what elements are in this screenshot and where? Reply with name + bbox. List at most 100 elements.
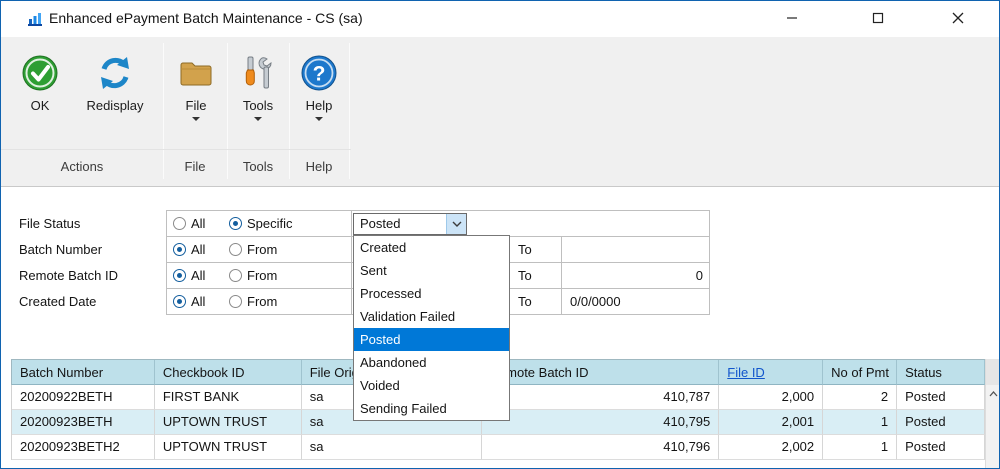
file-status-dropdown-list: Created Sent Processed Validation Failed… <box>353 235 510 421</box>
file-folder-icon <box>167 51 225 95</box>
cell-file-origin: sa <box>301 435 482 460</box>
file-status-combobox[interactable]: Posted <box>353 213 467 235</box>
file-status-all-radio[interactable] <box>173 217 186 230</box>
remote-batch-id-all-radio[interactable] <box>173 269 186 282</box>
redisplay-button-label: Redisplay <box>86 98 144 113</box>
cell-status: Posted <box>897 435 985 460</box>
file-status-specific-label: Specific <box>247 216 293 231</box>
cell-status: Posted <box>897 385 985 410</box>
batch-number-options-cell: All From <box>166 236 352 263</box>
created-date-label: Created Date <box>19 294 97 309</box>
caret-up-icon <box>989 390 997 396</box>
ok-check-icon <box>11 51 69 95</box>
dropdown-option-posted[interactable]: Posted <box>354 328 509 351</box>
ribbon-group-actions: Actions <box>60 159 104 174</box>
ribbon-group-help: Help <box>305 159 333 174</box>
minimize-button[interactable] <box>769 1 815 35</box>
dropdown-option-abandoned[interactable]: Abandoned <box>354 351 509 374</box>
svg-text:?: ? <box>313 63 326 86</box>
batch-number-all-radio[interactable] <box>173 243 186 256</box>
created-date-from-radio[interactable] <box>229 295 242 308</box>
remote-batch-id-from-label: From <box>247 268 278 283</box>
chevron-down-icon <box>315 117 323 121</box>
maximize-icon <box>872 12 884 24</box>
created-date-options-cell: All From <box>166 288 352 315</box>
remote-batch-id-to-label: To <box>509 262 562 289</box>
cell-checkbook-id: UPTOWN TRUST <box>154 435 302 460</box>
ribbon-caption-divider <box>1 149 351 150</box>
file-status-all-label: All <box>191 216 206 231</box>
ribbon: OK Redisplay File Tools ? Help Actions F… <box>1 37 999 187</box>
created-date-to-field[interactable]: 0/0/0000 <box>561 288 710 315</box>
batch-number-to-field[interactable] <box>561 236 710 263</box>
dropdown-option-sending-failed[interactable]: Sending Failed <box>354 397 509 420</box>
created-date-from-label: From <box>247 294 278 309</box>
close-button[interactable] <box>935 1 981 35</box>
help-menu-button[interactable]: ? Help <box>291 51 347 151</box>
created-date-to-label: To <box>509 288 562 315</box>
ok-button[interactable]: OK <box>11 51 69 151</box>
file-status-specific-radio[interactable] <box>229 217 242 230</box>
remote-batch-id-from-radio[interactable] <box>229 269 242 282</box>
batch-number-from-label: From <box>247 242 278 257</box>
header-checkbook-id[interactable]: Checkbook ID <box>154 360 302 385</box>
ribbon-group-file: File <box>184 159 206 174</box>
tools-menu-label: Tools <box>242 98 274 113</box>
app-bar-chart-icon <box>27 11 43 27</box>
remote-batch-id-options-cell: All From <box>166 262 352 289</box>
scroll-up-button[interactable] <box>986 385 999 402</box>
app-window: Enhanced ePayment Batch Maintenance - CS… <box>0 0 1000 469</box>
file-status-options-cell: All Specific <box>166 210 352 237</box>
cell-no-of-pmt: 2 <box>823 385 898 410</box>
batch-number-to-label: To <box>509 236 562 263</box>
dropdown-option-created[interactable]: Created <box>354 236 509 259</box>
chevron-down-icon <box>452 221 461 227</box>
redisplay-refresh-icon <box>71 51 159 95</box>
scrollbar-corner <box>986 359 999 385</box>
cell-no-of-pmt: 1 <box>823 435 898 460</box>
file-status-dropdown-button[interactable] <box>446 214 466 234</box>
dropdown-option-sent[interactable]: Sent <box>354 259 509 282</box>
batch-number-all-label: All <box>191 242 206 257</box>
remote-batch-id-label: Remote Batch ID <box>19 268 118 283</box>
header-file-id-link[interactable]: File ID <box>719 360 824 385</box>
redisplay-button[interactable]: Redisplay <box>71 51 159 151</box>
ribbon-group-tools: Tools <box>242 159 274 174</box>
cell-remote-batch-id: 410,787 <box>481 385 720 410</box>
cell-file-id: 2,001 <box>719 410 824 435</box>
cell-checkbook-id: UPTOWN TRUST <box>154 410 302 435</box>
cell-batch-number: 20200923BETH2 <box>12 435 155 460</box>
remote-batch-id-all-label: All <box>191 268 206 283</box>
ribbon-divider <box>349 43 350 179</box>
dropdown-option-processed[interactable]: Processed <box>354 282 509 305</box>
tools-menu-button[interactable]: Tools <box>229 51 287 151</box>
cell-remote-batch-id: 410,795 <box>481 410 720 435</box>
cell-checkbook-id: FIRST BANK <box>154 385 302 410</box>
dropdown-option-voided[interactable]: Voided <box>354 374 509 397</box>
header-remote-batch-id[interactable]: Remote Batch ID <box>481 360 720 385</box>
close-icon <box>952 12 964 24</box>
ok-button-label: OK <box>30 98 50 113</box>
chevron-down-icon <box>254 117 262 121</box>
header-no-of-pmt[interactable]: No of Pmt <box>823 360 898 385</box>
maximize-button[interactable] <box>855 1 901 35</box>
table-row[interactable]: 20200923BETH2 UPTOWN TRUST sa 410,796 2,… <box>11 435 985 460</box>
header-status[interactable]: Status <box>897 360 985 385</box>
cell-file-id: 2,002 <box>719 435 824 460</box>
chevron-down-icon <box>192 117 200 121</box>
file-menu-button[interactable]: File <box>167 51 225 151</box>
cell-file-id: 2,000 <box>719 385 824 410</box>
header-batch-number[interactable]: Batch Number <box>12 360 155 385</box>
dropdown-option-validation-failed[interactable]: Validation Failed <box>354 305 509 328</box>
created-date-all-label: All <box>191 294 206 309</box>
remote-batch-id-to-field[interactable]: 0 <box>561 262 710 289</box>
cell-no-of-pmt: 1 <box>823 410 898 435</box>
file-menu-label: File <box>185 98 207 113</box>
created-date-all-radio[interactable] <box>173 295 186 308</box>
titlebar: Enhanced ePayment Batch Maintenance - CS… <box>1 1 999 37</box>
cell-status: Posted <box>897 410 985 435</box>
table-scrollbar[interactable] <box>985 359 999 468</box>
file-status-combobox-value: Posted <box>360 216 401 231</box>
batch-number-from-radio[interactable] <box>229 243 242 256</box>
help-menu-label: Help <box>305 98 333 113</box>
